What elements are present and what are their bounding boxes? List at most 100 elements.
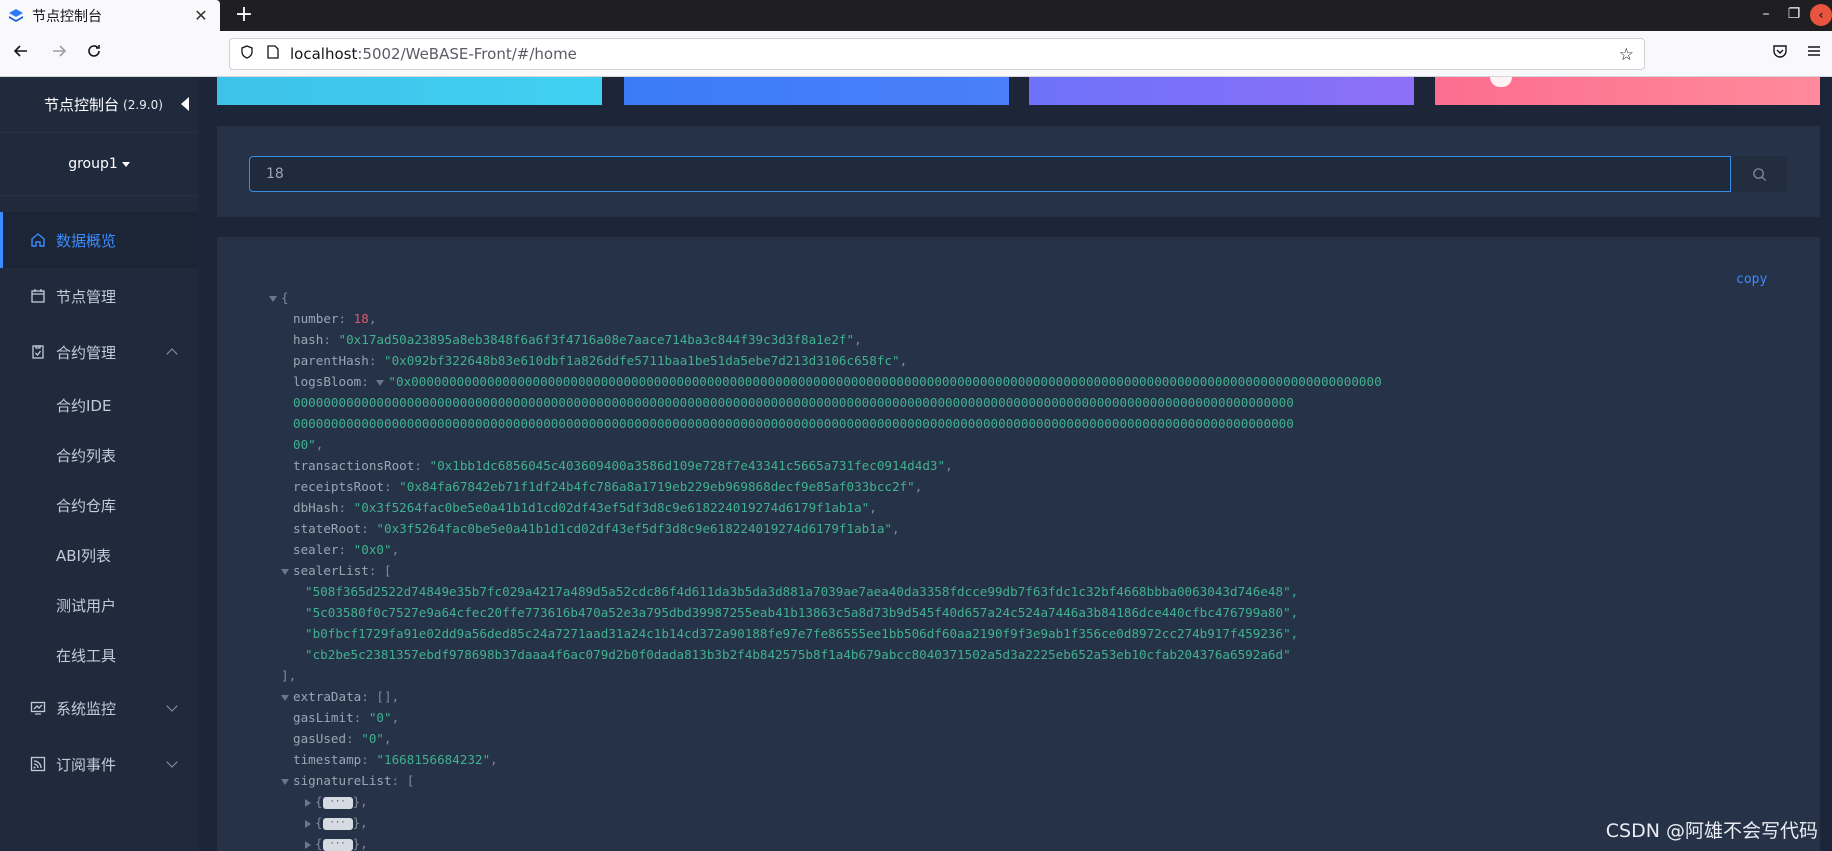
sidebar-item-node-management[interactable]: 节点管理	[0, 268, 198, 324]
ellipsis-pill[interactable]: ···	[322, 796, 353, 809]
ellipsis-pill[interactable]: ···	[322, 817, 353, 830]
monitor-icon	[30, 701, 46, 715]
expand-triangle-icon[interactable]	[305, 798, 311, 807]
collapse-triangle-icon[interactable]	[281, 694, 289, 701]
stat-card-2	[624, 77, 1009, 105]
json-row-hash: hash: "0x17ad50a23895a8eb3848f6a6f3f4716…	[293, 332, 862, 347]
json-row-timestamp: timestamp: "1668156684232",	[293, 752, 498, 767]
json-row-logsbloom-cont: 00",	[293, 437, 324, 452]
json-row-logsbloom: logsBloom: "0x00000000000000000000000000…	[293, 374, 1382, 389]
minimize-button[interactable]: –	[1756, 6, 1776, 22]
json-row-signaturelist: signatureList: [	[269, 770, 1382, 791]
json-row-receiptsroot: receiptsRoot: "0x84fa67842eb71f1df24b4fc…	[293, 479, 923, 494]
sidebar-item-subscribe-events[interactable]: 订阅事件	[0, 736, 198, 792]
json-row-logsbloom-cont: 0000000000000000000000000000000000000000…	[269, 392, 1382, 413]
json-sealer-item: "5c03580f0c7527e9a64cfec20ffe773616b470a…	[305, 605, 1299, 620]
search-button[interactable]	[1731, 156, 1787, 192]
ellipsis-pill[interactable]: ···	[322, 838, 353, 851]
restore-button[interactable]: ❐	[1784, 6, 1804, 22]
json-row-dbhash: dbHash: "0x3f5264fac0be5e0a41b1d1cd02df4…	[293, 500, 877, 515]
url-path: :5002/WeBASE-Front/#/home	[357, 45, 577, 63]
sidebar-item-system-monitor[interactable]: 系统监控	[0, 680, 198, 736]
back-button[interactable]	[9, 42, 33, 66]
caret-down-icon	[121, 161, 130, 167]
sidebar-item-label: 合约管理	[56, 343, 117, 362]
json-row-extradata: extraData: [],	[269, 686, 1382, 707]
watermark: CSDN @阿雄不会写代码	[1605, 820, 1818, 842]
json-sealer-item: "b0fbcf1729fa91e02dd9a56ded85c24a7271aad…	[305, 626, 1299, 641]
expand-triangle-icon[interactable]	[305, 840, 311, 849]
sidebar-menu: 数据概览 节点管理 合约管理 合约IDE 合约列表 合约仓库 ABI列表 测试用…	[0, 212, 198, 792]
app-title: 节点控制台	[44, 96, 120, 114]
json-row-sealerlist: sealerList: [	[269, 560, 1382, 581]
new-tab-button[interactable]: +	[232, 4, 256, 28]
forward-button[interactable]	[47, 42, 71, 66]
sidebar-item-label: 订阅事件	[56, 755, 117, 774]
json-sealer-item: "cb2be5c2381357ebdf978698b37daaa4f6ac079…	[305, 647, 1291, 662]
search-input[interactable]	[249, 156, 1731, 192]
json-row-gaslimit: gasLimit: "0",	[293, 710, 400, 725]
browser-tab[interactable]: 节点控制台 ✕	[0, 0, 220, 31]
collapse-triangle-icon[interactable]	[269, 295, 277, 302]
chevron-up-icon	[166, 348, 178, 360]
parenthash-value: "0x092bf322648b83e610dbf1a826ddfe5711baa…	[384, 353, 900, 368]
sidebar-subitem-online-tools[interactable]: 在线工具	[0, 630, 198, 680]
sidebar-subitem-contract-repo[interactable]: 合约仓库	[0, 480, 198, 530]
card-icon	[1490, 77, 1512, 87]
hash-value: "0x17ad50a23895a8eb3848f6a6f3f4716a08e7a…	[338, 332, 855, 347]
json-signature-item[interactable]: {···},	[269, 791, 1382, 812]
stat-card-1	[217, 77, 602, 105]
chevron-down-icon	[166, 756, 178, 768]
collapse-triangle-icon[interactable]	[376, 379, 385, 386]
expand-triangle-icon[interactable]	[305, 819, 311, 828]
reload-button[interactable]	[82, 42, 106, 66]
page-icon[interactable]	[264, 45, 282, 63]
json-signature-item[interactable]: {···},	[269, 833, 1382, 851]
sealer-value: "0x0"	[353, 542, 392, 557]
calendar-icon	[31, 289, 45, 303]
reload-icon	[88, 45, 100, 57]
layers-icon	[9, 8, 23, 22]
chevron-down-icon	[166, 700, 178, 712]
transactionsroot-value: "0x1bb1dc6856045c403609400a3586d109e728f…	[429, 458, 946, 473]
group-selector[interactable]: group1	[0, 133, 198, 196]
json-row-logsbloom-cont: 0000000000000000000000000000000000000000…	[269, 413, 1382, 434]
logsbloom-value-line1: "0x0000000000000000000000000000000000000…	[388, 374, 1382, 389]
sidebar-item-label: 系统监控	[56, 699, 117, 718]
sidebar-subitem-test-users[interactable]: 测试用户	[0, 580, 198, 630]
sidebar-subitem-contract-list[interactable]: 合约列表	[0, 430, 198, 480]
pocket-icon[interactable]	[1769, 43, 1791, 65]
app-version: (2.9.0)	[123, 97, 163, 112]
rss-icon	[30, 756, 46, 772]
stateroot-value: "0x3f5264fac0be5e0a41b1d1cd02df43ef5df3d…	[376, 521, 893, 536]
window-close-button[interactable]: ‹	[1810, 4, 1832, 26]
dbhash-value: "0x3f5264fac0be5e0a41b1d1cd02df43ef5df3d…	[353, 500, 870, 515]
tab-close-icon[interactable]: ✕	[192, 6, 210, 25]
json-root-line[interactable]: {	[269, 287, 1382, 308]
json-signature-item[interactable]: {···},	[269, 812, 1382, 833]
receiptsroot-value: "0x84fa67842eb71f1df24b4fc786a8a1719eb22…	[399, 479, 915, 494]
sidebar-subitem-abi-list[interactable]: ABI列表	[0, 530, 198, 580]
collapse-sidebar-icon[interactable]	[181, 97, 189, 111]
json-row-transactionsroot: transactionsRoot: "0x1bb1dc6856045c40360…	[293, 458, 953, 473]
json-sealerlist-close: ],	[281, 668, 297, 683]
shield-icon[interactable]	[238, 45, 256, 63]
json-row-stateroot: stateRoot: "0x3f5264fac0be5e0a41b1d1cd02…	[293, 521, 900, 536]
copy-button[interactable]: copy	[1736, 272, 1767, 287]
bookmark-star-icon[interactable]: ☆	[1619, 45, 1634, 65]
sidebar-item-overview[interactable]: 数据概览	[0, 212, 198, 268]
menu-icon[interactable]	[1803, 43, 1825, 65]
collapse-triangle-icon[interactable]	[281, 568, 289, 575]
search-panel	[217, 126, 1820, 217]
url-bar[interactable]: localhost:5002/WeBASE-Front/#/home ☆	[229, 38, 1645, 70]
sidebar-item-contract-management[interactable]: 合约管理	[0, 324, 198, 380]
clipboard-icon	[32, 345, 44, 359]
url-text[interactable]: localhost:5002/WeBASE-Front/#/home	[290, 45, 577, 63]
logsbloom-value-line4: 00"	[293, 437, 316, 452]
json-row-gasused: gasUsed: "0",	[293, 731, 392, 746]
group-label: group1	[68, 156, 118, 172]
collapse-triangle-icon[interactable]	[281, 778, 289, 785]
sidebar-subitem-contract-ide[interactable]: 合约IDE	[0, 380, 198, 430]
sidebar-header: 节点控制台 (2.9.0)	[0, 77, 198, 133]
home-icon	[31, 233, 45, 247]
